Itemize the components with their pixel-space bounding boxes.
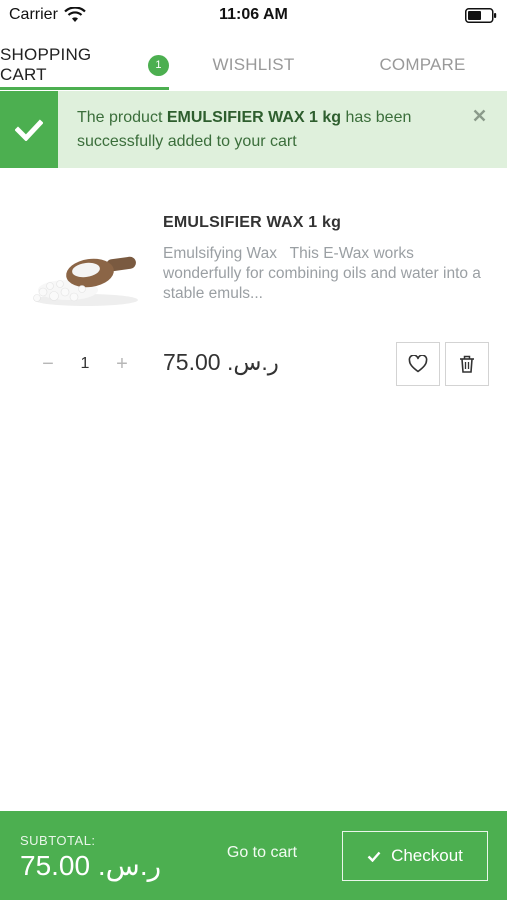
battery-icon <box>465 8 497 23</box>
check-icon <box>367 851 381 862</box>
subtotal-value: 75.00 .ر.س <box>20 850 162 881</box>
item-price: 75.00 .ر.س <box>163 349 279 375</box>
close-notification-button[interactable] <box>451 91 507 168</box>
tab-bar: SHOPPING CART 1 WISHLIST COMPARE <box>0 40 507 90</box>
tab-wishlist[interactable]: WISHLIST <box>169 40 338 90</box>
cart-count-badge: 1 <box>148 54 169 76</box>
notification-product: EMULSIFIER WAX 1 kg <box>166 109 342 126</box>
notification-message: The product EMULSIFIER WAX 1 kg has been… <box>58 91 451 168</box>
subtotal-label: SUBTOTAL: <box>20 833 96 848</box>
quantity-value[interactable]: 1 <box>66 355 104 373</box>
go-to-cart-button[interactable]: Go to cart <box>208 844 316 862</box>
product-title[interactable]: EMULSIFIER WAX 1 kg <box>163 214 341 232</box>
checkmark-icon <box>0 91 58 168</box>
tab-compare[interactable]: COMPARE <box>338 40 507 90</box>
product-image[interactable] <box>28 240 143 310</box>
tab-shopping-cart[interactable]: SHOPPING CART 1 <box>0 40 169 90</box>
heart-icon <box>408 355 428 373</box>
tab-label: COMPARE <box>379 55 466 74</box>
status-time: 11:06 AM <box>219 6 288 23</box>
success-notification: The product EMULSIFIER WAX 1 kg has been… <box>0 91 507 168</box>
checkout-label: Checkout <box>391 846 463 865</box>
trash-icon <box>460 355 474 373</box>
tab-label: WISHLIST <box>212 55 295 74</box>
remove-item-button[interactable] <box>445 342 489 386</box>
tab-label: SHOPPING CART <box>0 45 92 84</box>
product-description: Emulsifying Wax This E-Wax works wonderf… <box>163 245 486 302</box>
close-icon <box>473 109 485 122</box>
status-bar: Carrier 11:06 AM <box>0 0 507 30</box>
decrease-quantity-button[interactable]: − <box>30 345 66 383</box>
checkout-button[interactable]: Checkout <box>342 831 488 881</box>
add-to-wishlist-button[interactable] <box>396 342 440 386</box>
notification-prefix: The product <box>77 109 167 126</box>
quantity-stepper: − 1 + <box>30 345 140 383</box>
increase-quantity-button[interactable]: + <box>104 345 140 383</box>
